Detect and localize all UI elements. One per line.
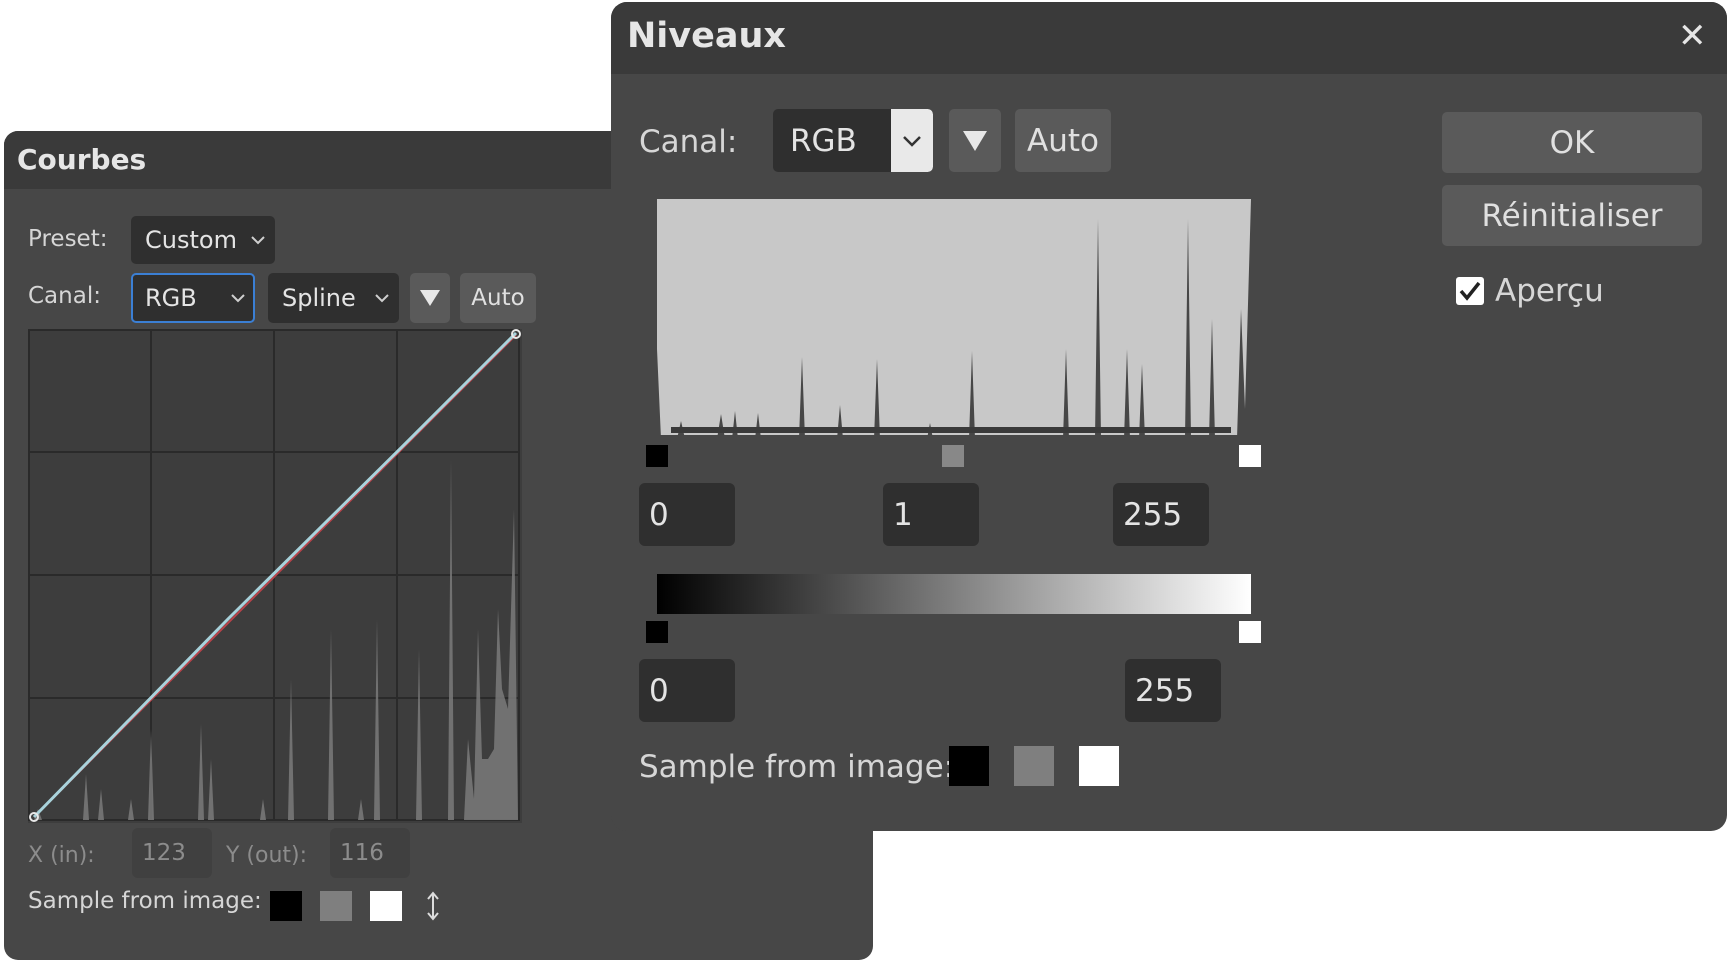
curves-sample-label: Sample from image:	[28, 888, 262, 914]
preset-dropdown[interactable]: Custom	[131, 216, 275, 264]
x-in-value: 123	[142, 840, 186, 866]
vertical-arrows-icon[interactable]	[425, 891, 441, 921]
input-white-marker[interactable]	[1239, 445, 1261, 467]
levels-dialog: Niveaux ✕ Canal: RGB Auto OK Réinitialis…	[611, 2, 1727, 831]
output-white-value: 255	[1135, 672, 1195, 709]
levels-auto-button[interactable]: Auto	[1015, 109, 1111, 172]
triangle-down-icon	[963, 130, 987, 151]
levels-channel-value: RGB	[790, 122, 857, 159]
checkmark-icon	[1459, 281, 1481, 301]
input-gamma-marker[interactable]	[942, 445, 964, 467]
levels-channel-label: Canal:	[639, 124, 738, 160]
chevron-down-icon	[375, 294, 389, 303]
interpolation-value: Spline	[282, 284, 356, 312]
input-gamma-field[interactable]: 1	[883, 483, 979, 546]
levels-sample-label: Sample from image:	[639, 749, 955, 785]
levels-channel-dropdown[interactable]: RGB	[773, 109, 933, 172]
curves-channel-value: RGB	[145, 284, 197, 312]
sample-gray-swatch[interactable]	[320, 891, 352, 921]
curves-title: Courbes	[17, 143, 147, 176]
sample-white-swatch[interactable]	[370, 891, 402, 921]
input-white-field[interactable]: 255	[1113, 483, 1209, 546]
curves-menu-button[interactable]	[410, 273, 450, 323]
input-black-field[interactable]: 0	[639, 483, 735, 546]
levels-menu-button[interactable]	[949, 109, 1001, 172]
curve-graph[interactable]	[28, 329, 522, 823]
x-in-field[interactable]: 123	[132, 828, 212, 878]
y-out-label: Y (out):	[226, 843, 308, 868]
sample-gray-swatch[interactable]	[1014, 746, 1054, 786]
curves-channel-label: Canal:	[28, 283, 101, 309]
y-out-value: 116	[340, 840, 384, 866]
preview-checkbox[interactable]	[1456, 277, 1484, 305]
levels-title: Niveaux	[627, 16, 786, 56]
preset-label: Preset:	[28, 226, 108, 252]
reset-button[interactable]: Réinitialiser	[1442, 185, 1702, 246]
chevron-down-icon	[251, 236, 265, 245]
output-white-marker[interactable]	[1239, 621, 1261, 643]
input-black-marker[interactable]	[646, 445, 668, 467]
curves-auto-button[interactable]: Auto	[460, 273, 536, 323]
chevron-down-icon	[903, 135, 921, 147]
close-icon[interactable]: ✕	[1678, 16, 1707, 56]
output-black-marker[interactable]	[646, 621, 668, 643]
dropdown-arrow-button[interactable]	[891, 109, 933, 172]
x-in-label: X (in):	[28, 843, 95, 868]
sample-white-swatch[interactable]	[1079, 746, 1119, 786]
output-black-field[interactable]: 0	[639, 659, 735, 722]
output-white-field[interactable]: 255	[1125, 659, 1221, 722]
input-black-value: 0	[649, 496, 669, 533]
ok-button[interactable]: OK	[1442, 112, 1702, 173]
input-gamma-value: 1	[893, 496, 913, 533]
output-gradient-bar	[657, 574, 1251, 614]
preset-value: Custom	[145, 226, 237, 254]
output-black-value: 0	[649, 672, 669, 709]
curves-channel-dropdown[interactable]: RGB	[131, 273, 255, 323]
sample-black-swatch[interactable]	[949, 746, 989, 786]
y-out-field[interactable]: 116	[330, 828, 410, 878]
preview-label: Aperçu	[1495, 273, 1604, 309]
sample-black-swatch[interactable]	[270, 891, 302, 921]
triangle-down-icon	[420, 290, 440, 306]
levels-histogram	[657, 199, 1251, 439]
chevron-down-icon	[231, 294, 245, 303]
interpolation-dropdown[interactable]: Spline	[268, 273, 399, 323]
input-white-value: 255	[1123, 496, 1183, 533]
